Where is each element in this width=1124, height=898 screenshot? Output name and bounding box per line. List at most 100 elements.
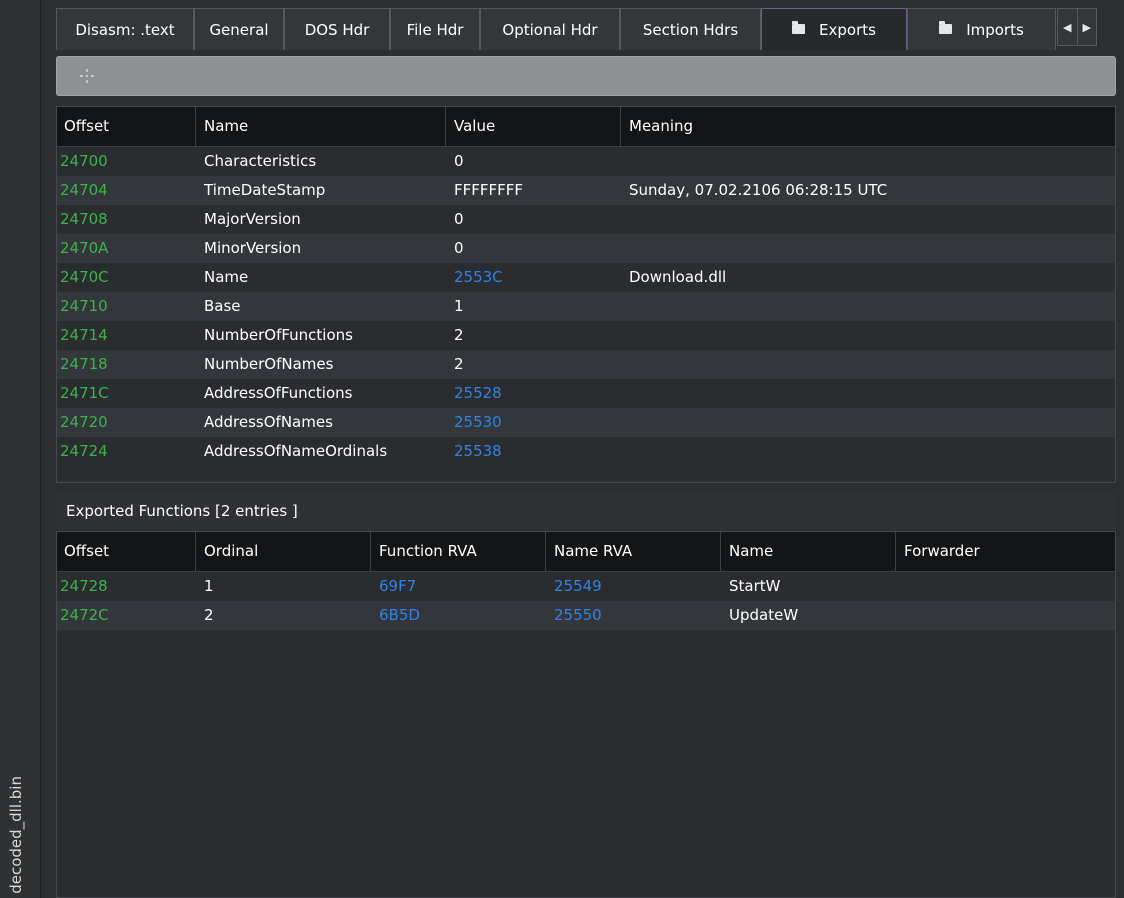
meaning-cell [621,350,1116,379]
name-cell: TimeDateStamp [204,181,326,199]
table-row[interactable]: 24700 Characteristics 0 [56,147,1116,176]
value-cell: 2 [454,355,464,373]
value-cell: 0 [454,152,464,170]
meaning-cell: Sunday, 07.02.2106 06:28:15 UTC [629,181,888,199]
column-header-ordinal[interactable]: Ordinal [196,531,371,571]
meaning-cell [621,321,1116,350]
offset-cell: 24728 [60,577,108,595]
offset-cell: 24714 [60,326,108,344]
tab-bar: Imports Exports Section Hdrs Optional Hdr Fi… [56,6,1120,56]
offset-cell: 24710 [60,297,108,315]
toolbar [56,56,1116,96]
name-cell: StartW [729,577,781,595]
meaning-cell: Download.dll [629,268,727,286]
offset-cell: 24720 [60,413,108,431]
exported-functions-table: Offset Ordinal Function RVA Name RVA Name For… [56,531,1116,898]
export-directory-table: Offset Name Value Meaning 24700 Characterist… [56,106,1116,481]
tab-imports[interactable]: Imports [907,8,1056,50]
value-cell[interactable]: 25538 [446,437,621,466]
functions-table-header: Offset Ordinal Function RVA Name RVA Name For… [56,531,1116,572]
meaning-cell [621,379,1116,408]
table-row[interactable]: 24720 AddressOfNames 25530 [56,408,1116,437]
value-cell: 0 [454,239,464,257]
offset-cell: 2471C [60,384,109,402]
tab-label: File Hdr [406,20,464,39]
table-row[interactable]: 24710 Base 1 [56,292,1116,321]
offset-cell: 24700 [60,152,108,170]
column-header-name[interactable]: Name [721,531,896,571]
name-cell: MinorVersion [204,239,302,257]
value-cell: 0 [454,210,464,228]
table-row[interactable]: 2470A MinorVersion 0 [56,234,1116,263]
table-row[interactable]: 24704 TimeDateStamp FFFFFFFF Sunday, 07.02.… [56,176,1116,205]
column-header-value[interactable]: Value [446,106,621,146]
offset-cell: 24718 [60,355,108,373]
move-icon[interactable] [79,68,95,84]
value-cell[interactable]: 2553C [446,263,621,292]
tab-dos-hdr[interactable]: DOS Hdr [284,8,390,50]
tab-optional-hdr[interactable]: Optional Hdr [480,8,620,50]
table-row[interactable]: 24708 MajorVersion 0 [56,205,1116,234]
table-row[interactable]: 24718 NumberOfNames 2 [56,350,1116,379]
file-sidebar[interactable]: decoded_dll.bin [0,0,41,898]
name-rva-cell[interactable]: 25549 [546,572,721,601]
export-table-header: Offset Name Value Meaning [56,106,1116,147]
name-rva-cell[interactable]: 25550 [546,601,721,630]
function-rva-cell[interactable]: 69F7 [371,572,546,601]
table-row[interactable]: 24724 AddressOfNameOrdinals 25538 [56,437,1116,466]
value-cell: 1 [454,297,464,315]
offset-cell: 24704 [60,181,108,199]
value-cell[interactable]: 25530 [446,408,621,437]
meaning-cell [621,437,1116,466]
table-row[interactable]: 24714 NumberOfFunctions 2 [56,321,1116,350]
table-row[interactable]: 2472C 2 6B5D 25550 UpdateW [56,601,1116,630]
name-cell: NumberOfFunctions [204,326,353,344]
tab-label: Disasm: .text [75,20,175,39]
column-header-offset[interactable]: Offset [56,106,196,146]
tab-scroll-right-icon[interactable]: ▶ [1076,9,1097,45]
tab-general[interactable]: General [194,8,284,50]
value-cell[interactable]: 25528 [446,379,621,408]
main-panel: Imports Exports Section Hdrs Optional Hdr Fi… [52,0,1124,898]
tab-label: Optional Hdr [502,20,598,39]
tab-scroll-buttons: ◀ ▶ [1057,8,1097,46]
value-cell: 2 [454,326,464,344]
ordinal-cell: 2 [204,606,214,624]
table-row[interactable]: 24728 1 69F7 25549 StartW [56,572,1116,601]
offset-cell: 24708 [60,210,108,228]
forwarder-cell [896,572,1116,601]
tab-label: Section Hdrs [642,20,739,39]
function-rva-cell[interactable]: 6B5D [371,601,546,630]
meaning-cell [621,205,1116,234]
folder-icon [939,20,953,34]
offset-cell: 2470C [60,268,109,286]
name-cell: MajorVersion [204,210,301,228]
column-header-name-rva[interactable]: Name RVA [546,531,721,571]
table-row[interactable]: 2471C AddressOfFunctions 25528 [56,379,1116,408]
tab-exports[interactable]: Exports [761,8,907,50]
tab-label: Exports [819,20,876,39]
tab-scroll-left-icon[interactable]: ◀ [1058,9,1077,45]
ordinal-cell: 1 [204,577,214,595]
forwarder-cell [896,601,1116,630]
tab-disasm-text[interactable]: Disasm: .text [56,8,194,50]
meaning-cell [621,234,1116,263]
table-row[interactable]: 2470C Name 2553C Download.dll [56,263,1116,292]
tab-section-hdrs[interactable]: Section Hdrs [620,8,761,50]
name-cell: AddressOfFunctions [204,384,353,402]
offset-cell: 2472C [60,606,109,624]
column-header-offset[interactable]: Offset [56,531,196,571]
file-tab-label[interactable]: decoded_dll.bin [7,776,25,894]
offset-cell: 2470A [60,239,109,257]
value-cell: FFFFFFFF [454,181,524,199]
name-cell: NumberOfNames [204,355,334,373]
name-cell: Base [204,297,241,315]
column-header-function-rva[interactable]: Function RVA [371,531,546,571]
name-cell: Name [204,268,249,286]
column-header-meaning[interactable]: Meaning [621,106,1116,146]
tab-label: DOS Hdr [304,20,370,39]
offset-cell: 24724 [60,442,108,460]
column-header-name[interactable]: Name [196,106,446,146]
tab-file-hdr[interactable]: File Hdr [390,8,480,50]
column-header-forwarder[interactable]: Forwarder [896,531,1116,571]
